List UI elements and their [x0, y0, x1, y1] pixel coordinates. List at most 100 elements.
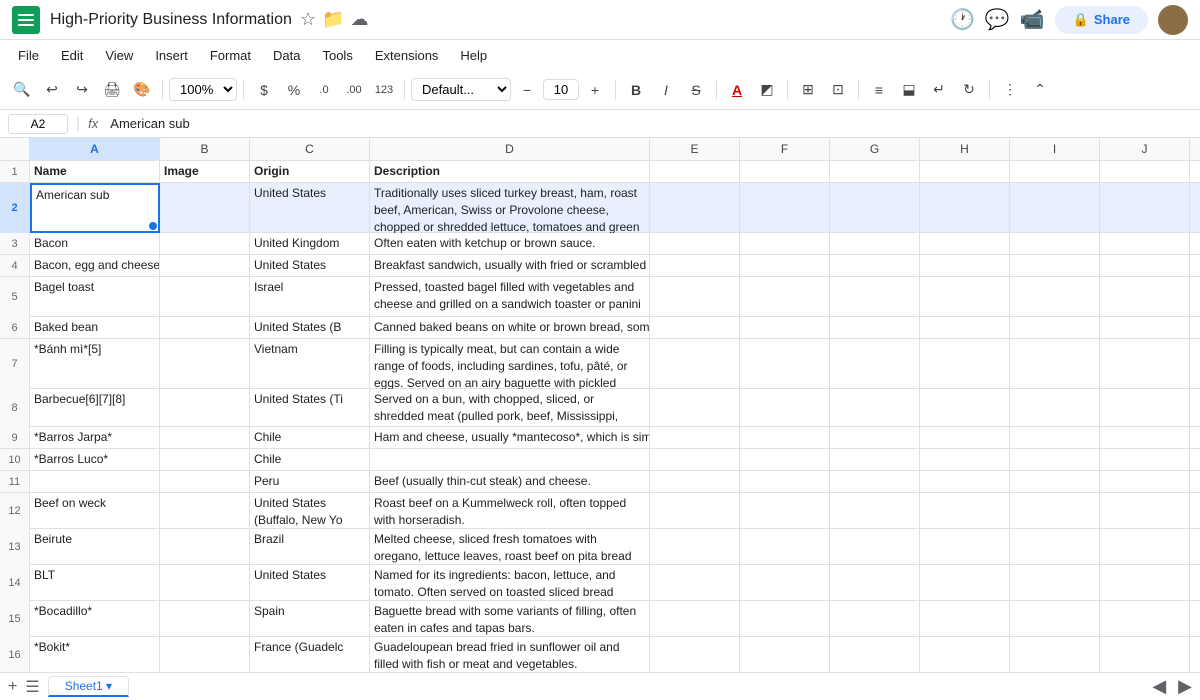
cell-d3[interactable]: Often eaten with ketchup or brown sauce.: [370, 233, 650, 254]
cell-k15[interactable]: [1190, 601, 1200, 637]
cell-f2[interactable]: [740, 183, 830, 233]
zoom-select[interactable]: 100% 75% 125%: [169, 78, 237, 101]
menu-edit[interactable]: Edit: [51, 45, 93, 66]
cell-k4[interactable]: [1190, 255, 1200, 276]
format-123-button[interactable]: 123: [370, 76, 398, 104]
cell-g11[interactable]: [830, 471, 920, 492]
cell-b5[interactable]: [160, 277, 250, 317]
halign-button[interactable]: ≡: [865, 76, 893, 104]
row-num-15[interactable]: 15: [0, 601, 30, 637]
cell-a12[interactable]: Beef on weck: [30, 493, 160, 529]
percent-button[interactable]: %: [280, 76, 308, 104]
cell-b14[interactable]: [160, 565, 250, 601]
increase-font-button[interactable]: +: [581, 76, 609, 104]
undo-button[interactable]: ↩: [38, 76, 66, 104]
decrease-font-button[interactable]: −: [513, 76, 541, 104]
cell-a9[interactable]: *Barros Jarpa*: [30, 427, 160, 448]
row-num-4[interactable]: 4: [0, 255, 30, 276]
cloud-icon[interactable]: ☁: [350, 9, 368, 30]
cell-i5[interactable]: [1010, 277, 1100, 317]
cell-g13[interactable]: [830, 529, 920, 565]
cell-k12[interactable]: [1190, 493, 1200, 529]
valign-button[interactable]: ⬓: [895, 76, 923, 104]
cell-c9[interactable]: Chile: [250, 427, 370, 448]
cell-c11[interactable]: Peru: [250, 471, 370, 492]
cell-f8[interactable]: [740, 389, 830, 427]
cell-b9[interactable]: [160, 427, 250, 448]
col-header-j[interactable]: J: [1100, 138, 1190, 160]
text-color-button[interactable]: A: [723, 76, 751, 104]
cell-k2[interactable]: [1190, 183, 1200, 233]
cell-b7[interactable]: [160, 339, 250, 389]
cell-g3[interactable]: [830, 233, 920, 254]
cell-a6[interactable]: Baked bean: [30, 317, 160, 338]
cell-j9[interactable]: [1100, 427, 1190, 448]
cell-i13[interactable]: [1010, 529, 1100, 565]
row-num-14[interactable]: 14: [0, 565, 30, 601]
cell-e8[interactable]: [650, 389, 740, 427]
cell-j12[interactable]: [1100, 493, 1190, 529]
cell-h15[interactable]: [920, 601, 1010, 637]
cell-b11[interactable]: [160, 471, 250, 492]
formula-input[interactable]: [110, 116, 1192, 131]
cell-c14[interactable]: United States: [250, 565, 370, 601]
cell-b16[interactable]: [160, 637, 250, 672]
history-icon[interactable]: 🕐: [950, 7, 975, 32]
cell-c8[interactable]: United States (Ti: [250, 389, 370, 427]
cell-a11[interactable]: [30, 471, 160, 492]
menu-help[interactable]: Help: [450, 45, 497, 66]
cell-d14[interactable]: Named for its ingredients: bacon, lettuc…: [370, 565, 650, 601]
cell-i3[interactable]: [1010, 233, 1100, 254]
cell-c4[interactable]: United States: [250, 255, 370, 276]
cell-b3[interactable]: [160, 233, 250, 254]
cell-j2[interactable]: [1100, 183, 1190, 233]
cell-j5[interactable]: [1100, 277, 1190, 317]
cell-g7[interactable]: [830, 339, 920, 389]
font-select[interactable]: Default... Arial Times New Roman: [411, 78, 511, 101]
cell-a8[interactable]: Barbecue[6][7][8]: [30, 389, 160, 427]
cell-c13[interactable]: Brazil: [250, 529, 370, 565]
cell-f16[interactable]: [740, 637, 830, 672]
cell-k14[interactable]: [1190, 565, 1200, 601]
menu-view[interactable]: View: [95, 45, 143, 66]
cell-b1[interactable]: Image: [160, 161, 250, 182]
col-header-f[interactable]: F: [740, 138, 830, 160]
col-header-d[interactable]: D: [370, 138, 650, 160]
cell-c15[interactable]: Spain: [250, 601, 370, 637]
cell-b13[interactable]: [160, 529, 250, 565]
cell-c16[interactable]: France (Guadelc: [250, 637, 370, 672]
cell-a10[interactable]: *Barros Luco*: [30, 449, 160, 470]
cell-b15[interactable]: [160, 601, 250, 637]
cell-k7[interactable]: [1190, 339, 1200, 389]
cell-e11[interactable]: [650, 471, 740, 492]
cell-i2[interactable]: [1010, 183, 1100, 233]
col-header-h[interactable]: H: [920, 138, 1010, 160]
cell-a13[interactable]: Beirute: [30, 529, 160, 565]
cell-d4[interactable]: Breakfast sandwich, usually with fried o…: [370, 255, 650, 276]
cell-d12[interactable]: Roast beef on a Kummelweck roll, often t…: [370, 493, 650, 529]
row-num-5[interactable]: 5: [0, 277, 30, 317]
collapse-button[interactable]: ⌃: [1026, 76, 1054, 104]
cell-f9[interactable]: [740, 427, 830, 448]
cell-b4[interactable]: [160, 255, 250, 276]
cell-k5[interactable]: [1190, 277, 1200, 317]
cell-k8[interactable]: [1190, 389, 1200, 427]
cell-i10[interactable]: [1010, 449, 1100, 470]
paint-format-button[interactable]: 🎨: [128, 76, 156, 104]
row-num-6[interactable]: 6: [0, 317, 30, 338]
sheet-list-button[interactable]: ☰: [25, 677, 39, 697]
cell-a1[interactable]: Name: [30, 161, 160, 182]
cell-g2[interactable]: [830, 183, 920, 233]
video-icon[interactable]: 📹: [1020, 7, 1045, 32]
cell-i6[interactable]: [1010, 317, 1100, 338]
cell-g14[interactable]: [830, 565, 920, 601]
cell-a7[interactable]: *Bánh mì*[5]: [30, 339, 160, 389]
cell-i16[interactable]: [1010, 637, 1100, 672]
col-header-a[interactable]: A: [30, 138, 160, 160]
col-header-g[interactable]: G: [830, 138, 920, 160]
row-num-9[interactable]: 9: [0, 427, 30, 448]
folder-icon[interactable]: 📁: [322, 9, 344, 30]
cell-h14[interactable]: [920, 565, 1010, 601]
cell-h11[interactable]: [920, 471, 1010, 492]
cell-e15[interactable]: [650, 601, 740, 637]
